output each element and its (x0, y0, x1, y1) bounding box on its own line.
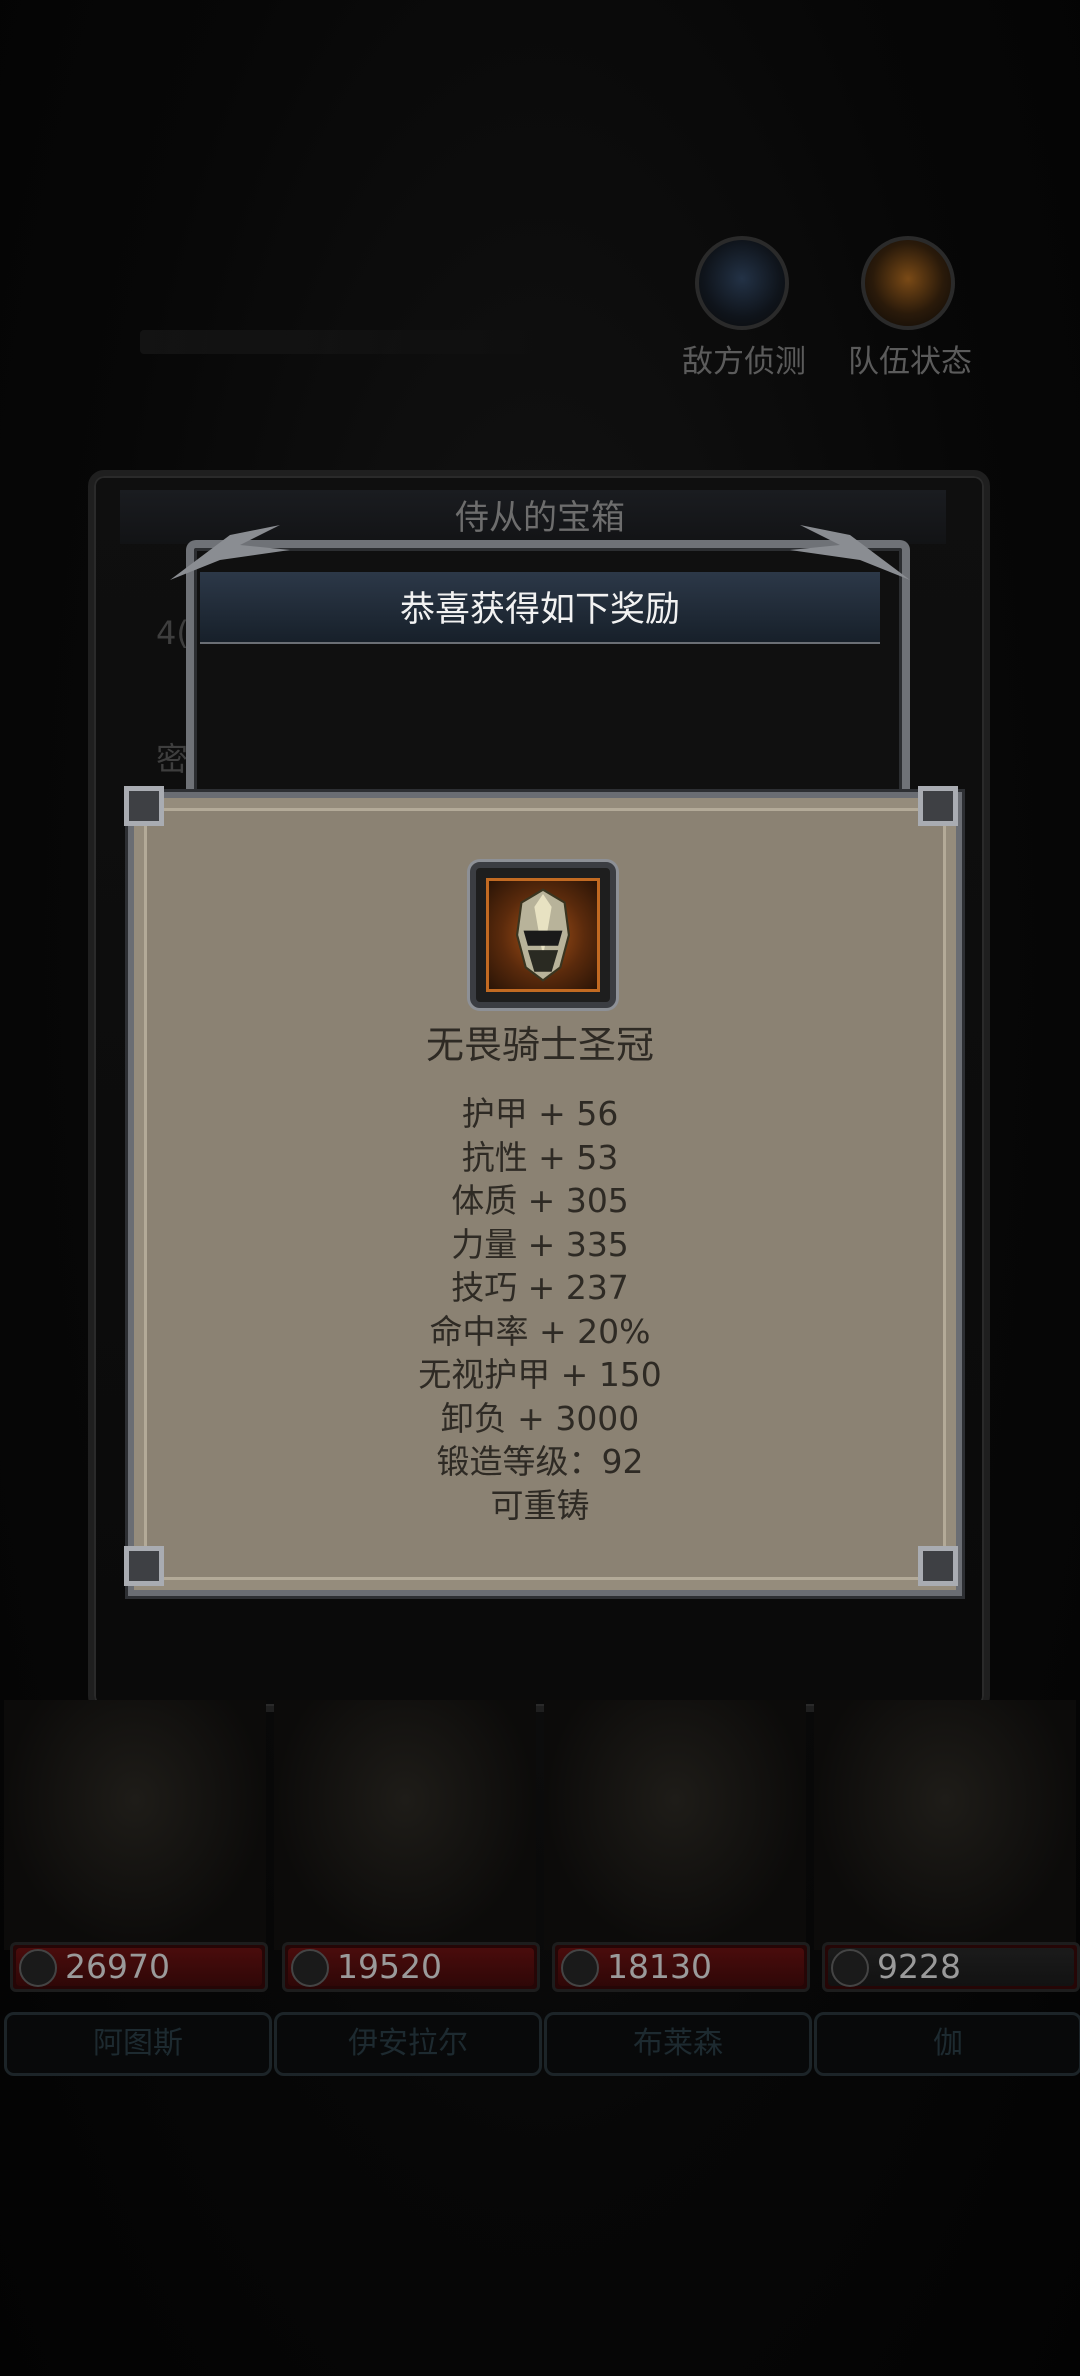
reward-dialog-title: 恭喜获得如下奖励 (399, 590, 680, 630)
character-name: 伊安拉尔 (348, 2026, 468, 2061)
sword-icon (561, 1949, 599, 1987)
card-corner (124, 786, 164, 826)
chest-panel-text-2: 密 (156, 740, 189, 778)
sword-icon (19, 1949, 57, 1987)
character-power-bar: 9228 (822, 1942, 1080, 1992)
character-name: 伽 (933, 2026, 963, 2061)
character-power: 9228 (877, 1947, 961, 1986)
card-corner (918, 786, 958, 826)
character-portrait-row (0, 1700, 1080, 1950)
item-stats-list: 护甲 + 56 抗性 + 53 体质 + 305 力量 + 335 技巧 + 2… (0, 1092, 1080, 1527)
card-corner (918, 1546, 958, 1586)
stat-line: 命中率 + 20% (429, 1311, 651, 1351)
frame-ornament-right (790, 525, 910, 580)
character-power-bar: 26970 (10, 1942, 268, 1992)
blurred-status-line (140, 330, 560, 354)
frame-ornament-left (170, 525, 290, 580)
character-name-plate[interactable]: 布莱森 (544, 2012, 812, 2076)
character-name-plate[interactable]: 阿图斯 (4, 2012, 272, 2076)
sword-icon (291, 1949, 329, 1987)
character-portrait[interactable] (544, 1700, 806, 1950)
stat-line: 护甲 + 56 (461, 1094, 619, 1133)
character-portrait[interactable] (274, 1700, 536, 1950)
character-name: 布莱森 (633, 2026, 723, 2061)
stat-line: 无视护甲 + 150 (418, 1355, 662, 1394)
stat-line: 体质 + 305 (451, 1181, 629, 1220)
character-portrait[interactable] (4, 1700, 266, 1950)
character-power: 26970 (65, 1947, 170, 1986)
radar-orb-icon (695, 236, 789, 330)
enemy-detect-button[interactable]: 敌方侦测 (682, 236, 806, 381)
character-portrait[interactable] (814, 1700, 1076, 1950)
character-name-plate[interactable]: 伊安拉尔 (274, 2012, 542, 2076)
team-status-button[interactable]: 队伍状态 (848, 236, 972, 381)
stat-line: 可重铸 (490, 1485, 590, 1525)
character-name-plate[interactable]: 伽 (814, 2012, 1080, 2076)
stat-line: 卸负 + 3000 (440, 1398, 640, 1438)
team-status-label: 队伍状态 (848, 344, 972, 380)
stat-line: 技巧 + 237 (451, 1268, 629, 1307)
stat-line: 锻造等级：92 (436, 1442, 644, 1481)
team-status-orb-icon (861, 236, 955, 330)
item-name: 无畏骑士圣冠 (425, 1023, 654, 1067)
item-slot[interactable] (470, 862, 616, 1008)
stat-line: 力量 + 335 (451, 1224, 629, 1264)
character-power: 19520 (337, 1947, 442, 1986)
character-power-bar: 19520 (282, 1942, 540, 1992)
chest-panel-title: 侍从的宝箱 (455, 498, 625, 538)
card-corner (124, 1546, 164, 1586)
character-power: 18130 (607, 1947, 712, 1986)
character-name: 阿图斯 (93, 2026, 183, 2061)
sword-icon (831, 1949, 869, 1987)
character-power-bar: 18130 (552, 1942, 810, 1992)
enemy-detect-label: 敌方侦测 (682, 344, 806, 380)
knight-helmet-icon (486, 878, 600, 992)
stat-line: 抗性 + 53 (461, 1137, 619, 1177)
